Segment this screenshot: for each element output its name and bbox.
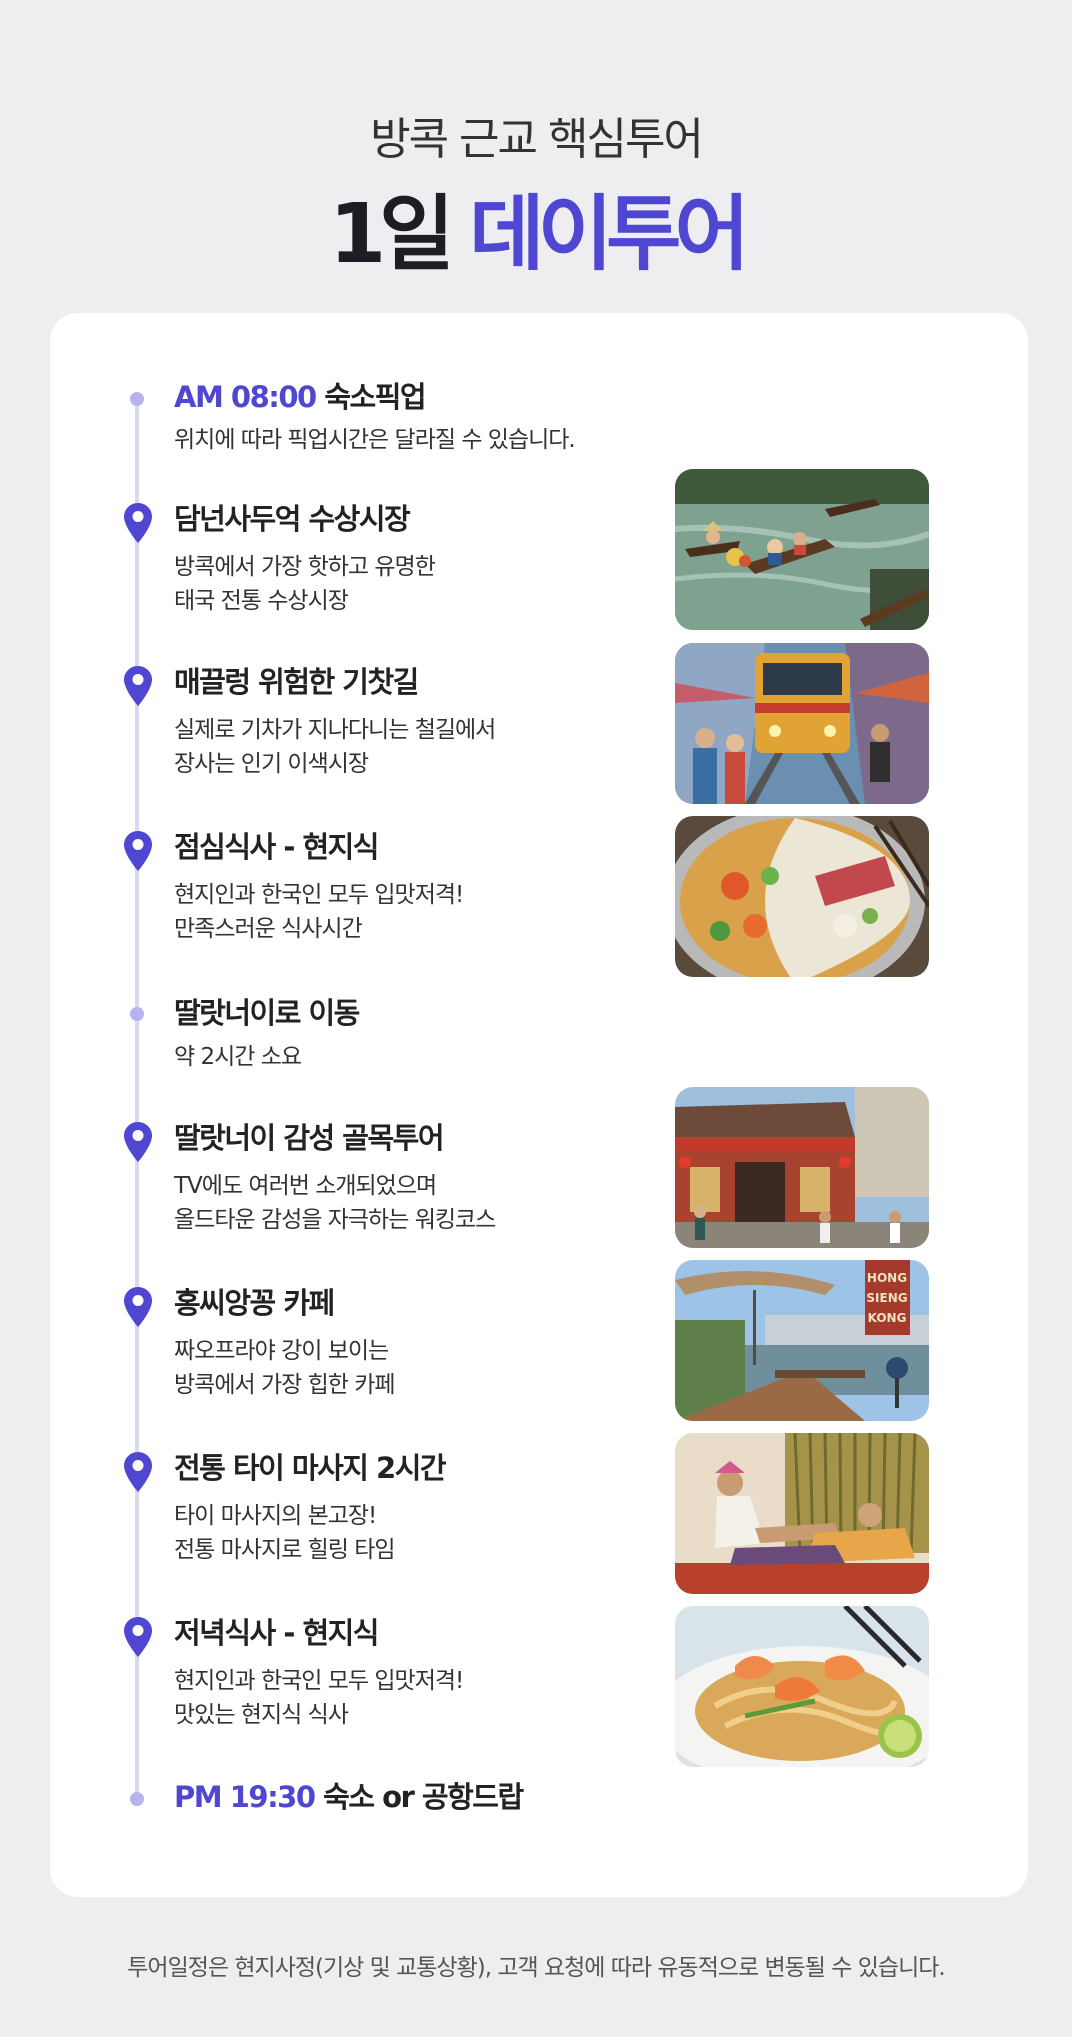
itinerary-title-text: 숙소픽업 xyxy=(324,380,426,414)
itinerary-description: 현지인과 한국인 모두 입맛저격! xyxy=(174,882,464,908)
railway-market-photo xyxy=(675,643,929,804)
itinerary-title: 저녁식사 - 현지식 xyxy=(174,1616,380,1650)
itinerary-title: 매끌렁 위험한 기찻길 xyxy=(174,665,419,699)
itinerary-description: 전통 마사지로 힐링 타임 xyxy=(174,1537,396,1563)
page-title-duration: 1일 xyxy=(329,187,454,282)
timeline-dot xyxy=(130,1007,144,1021)
itinerary-title: 점심식사 - 현지식 xyxy=(174,830,380,864)
riverside-cafe-photo: HONG SIENG KONG xyxy=(675,1260,929,1421)
page-header: 방콕 근교 핵심투어 1일 데이투어 xyxy=(0,110,1072,290)
timeline-line xyxy=(135,395,139,1800)
itinerary-description: 위치에 따라 픽업시간은 달라질 수 있습니다. xyxy=(174,427,576,453)
itinerary-description: 실제로 기차가 지나다니는 철길에서 xyxy=(174,717,496,743)
itinerary-title: 홍씨앙꽁 카페 xyxy=(174,1286,335,1320)
cafe-sign-line: KONG xyxy=(868,1311,907,1325)
itinerary-time: AM 08:00 xyxy=(174,380,317,414)
location-pin-icon xyxy=(124,831,152,871)
itinerary-description: 장사는 인기 이색시장 xyxy=(174,751,369,777)
location-pin-icon xyxy=(124,666,152,706)
location-pin-icon xyxy=(124,503,152,543)
page-title-highlight: 데이투어 xyxy=(469,187,750,282)
cafe-sign-line: SIENG xyxy=(866,1291,907,1305)
floating-market-photo xyxy=(675,469,929,630)
timeline-dot xyxy=(130,1792,144,1806)
itinerary-title: 전통 타이 마사지 2시간 xyxy=(174,1451,447,1485)
location-pin-icon xyxy=(124,1122,152,1162)
itinerary-title: 담넌사두억 수상시장 xyxy=(174,502,411,536)
page-title: 1일 데이투어 xyxy=(0,180,1072,290)
itinerary-description: 태국 전통 수상시장 xyxy=(174,588,349,614)
itinerary-title: 딸랏너이로 이동 xyxy=(174,996,360,1030)
itinerary-description: 맛있는 현지식 식사 xyxy=(174,1702,349,1728)
cafe-sign-line: HONG xyxy=(867,1271,907,1285)
itinerary-title-text: 숙소 or 공항드랍 xyxy=(323,1780,524,1814)
itinerary-description: 짜오프라야 강이 보이는 xyxy=(174,1338,389,1364)
footnote: 투어일정은 현지사정(기상 및 교통상황), 고객 요청에 따라 유동적으로 변… xyxy=(127,1955,945,1981)
itinerary-description: 방콕에서 가장 핫하고 유명한 xyxy=(174,554,436,580)
location-pin-icon xyxy=(124,1287,152,1327)
location-pin-icon xyxy=(124,1617,152,1657)
location-pin-icon xyxy=(124,1452,152,1492)
itinerary-description: 올드타운 감성을 자극하는 워킹코스 xyxy=(174,1207,496,1233)
itinerary-description: 약 2시간 소요 xyxy=(174,1044,302,1070)
itinerary-time: PM 19:30 xyxy=(174,1780,316,1814)
timeline-dot xyxy=(130,392,144,406)
itinerary-title: AM 08:00 숙소픽업 xyxy=(174,377,427,417)
itinerary-title: PM 19:30 숙소 or 공항드랍 xyxy=(174,1777,524,1817)
itinerary-description: 현지인과 한국인 모두 입맛저격! xyxy=(174,1668,464,1694)
itinerary-description: 만족스러운 식사시간 xyxy=(174,916,363,942)
old-town-alley-photo xyxy=(675,1087,929,1248)
pad-thai-dinner-photo xyxy=(675,1606,929,1767)
itinerary-description: 방콕에서 가장 힙한 카페 xyxy=(174,1372,396,1398)
thai-massage-photo xyxy=(675,1433,929,1594)
itinerary-description: TV에도 여러번 소개되었으며 xyxy=(174,1173,437,1199)
itinerary-title: 딸랏너이 감성 골목투어 xyxy=(174,1121,445,1155)
itinerary-description: 타이 마사지의 본고장! xyxy=(174,1503,377,1529)
page-subtitle: 방콕 근교 핵심투어 xyxy=(370,114,704,165)
hotpot-lunch-photo xyxy=(675,816,929,977)
